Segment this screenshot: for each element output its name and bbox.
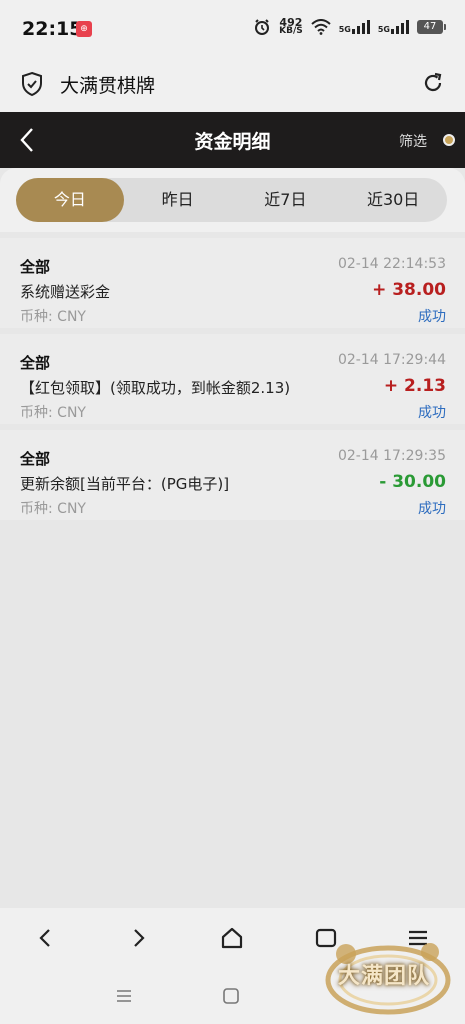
tab-30-days[interactable]: 近30日: [339, 178, 447, 222]
date-tabs-container: 今日 昨日 近7日 近30日: [0, 168, 465, 232]
transaction-status: 成功: [418, 501, 446, 517]
date-tabs: 今日 昨日 近7日 近30日: [16, 178, 447, 222]
browser-forward-icon[interactable]: [124, 924, 152, 952]
transaction-amount: + 38.00: [372, 280, 446, 300]
signal-icon-2: 5G: [378, 20, 409, 34]
transaction-category: 全部: [20, 258, 51, 276]
app-title: 大满贯棋牌: [60, 75, 156, 97]
shield-icon: [22, 71, 42, 97]
transaction-category: 全部: [20, 450, 51, 468]
reload-icon[interactable]: [421, 71, 445, 95]
transaction-description: 系统赠送彩金: [20, 283, 111, 301]
status-indicators: 492 KB/S 5G 5G 47: [253, 16, 446, 36]
transaction-item[interactable]: 全部 02-14 17:29:44 【红包领取】(领取成功，到帐金额2.13) …: [0, 334, 465, 424]
alarm-icon: [255, 19, 270, 35]
transaction-list: 全部 02-14 22:14:53 系统赠送彩金 + 38.00 币种: CNY…: [0, 238, 465, 526]
status-bar: 22:15 ⊕ 492 KB/S 5G 5G 47: [0, 0, 465, 58]
notification-badge-icon: ⊕: [76, 21, 92, 37]
transaction-currency: 币种: CNY: [20, 309, 86, 325]
transaction-status: 成功: [418, 309, 446, 325]
battery-icon: 47: [417, 20, 446, 34]
transaction-status: 成功: [418, 405, 446, 421]
transaction-time: 02-14 17:29:44: [337, 352, 446, 368]
system-home-icon[interactable]: [221, 986, 241, 1006]
tab-yesterday[interactable]: 昨日: [124, 178, 232, 222]
transaction-category: 全部: [20, 354, 51, 372]
transaction-description: 更新余额[当前平台：(PG电子)]: [20, 475, 230, 493]
status-time: 22:15: [22, 18, 83, 40]
filter-dot-icon[interactable]: [443, 134, 455, 146]
tab-7-days[interactable]: 近7日: [232, 178, 340, 222]
transaction-currency: 币种: CNY: [20, 501, 86, 517]
signal-icon: 5G: [339, 20, 370, 34]
transaction-currency: 币种: CNY: [20, 405, 86, 421]
transaction-item[interactable]: 全部 02-14 17:29:35 更新余额[当前平台：(PG电子)] - 30…: [0, 430, 465, 520]
watermark-logo: 大满团队: [318, 930, 458, 1020]
network-speed: 492 KB/S: [279, 16, 303, 36]
transaction-item[interactable]: 全部 02-14 22:14:53 系统赠送彩金 + 38.00 币种: CNY…: [0, 238, 465, 328]
browser-back-icon[interactable]: [32, 924, 60, 952]
watermark-text: 大满团队: [338, 964, 431, 989]
transaction-time: 02-14 17:29:35: [337, 448, 446, 464]
wifi-icon: [311, 19, 331, 35]
recent-apps-icon[interactable]: [114, 986, 134, 1006]
transaction-description: 【红包领取】(领取成功，到帐金额2.13): [20, 379, 291, 397]
transaction-amount: + 2.13: [383, 376, 446, 396]
page-navbar: 资金明细 筛选: [0, 112, 465, 168]
tab-today[interactable]: 今日: [16, 178, 124, 222]
transaction-time: 02-14 22:14:53: [337, 256, 446, 272]
transaction-amount: - 30.00: [379, 472, 446, 492]
home-icon[interactable]: [218, 924, 246, 952]
app-header: 大满贯棋牌: [0, 58, 465, 112]
filter-button[interactable]: 筛选: [399, 131, 427, 151]
page-title: 资金明细: [194, 131, 271, 153]
